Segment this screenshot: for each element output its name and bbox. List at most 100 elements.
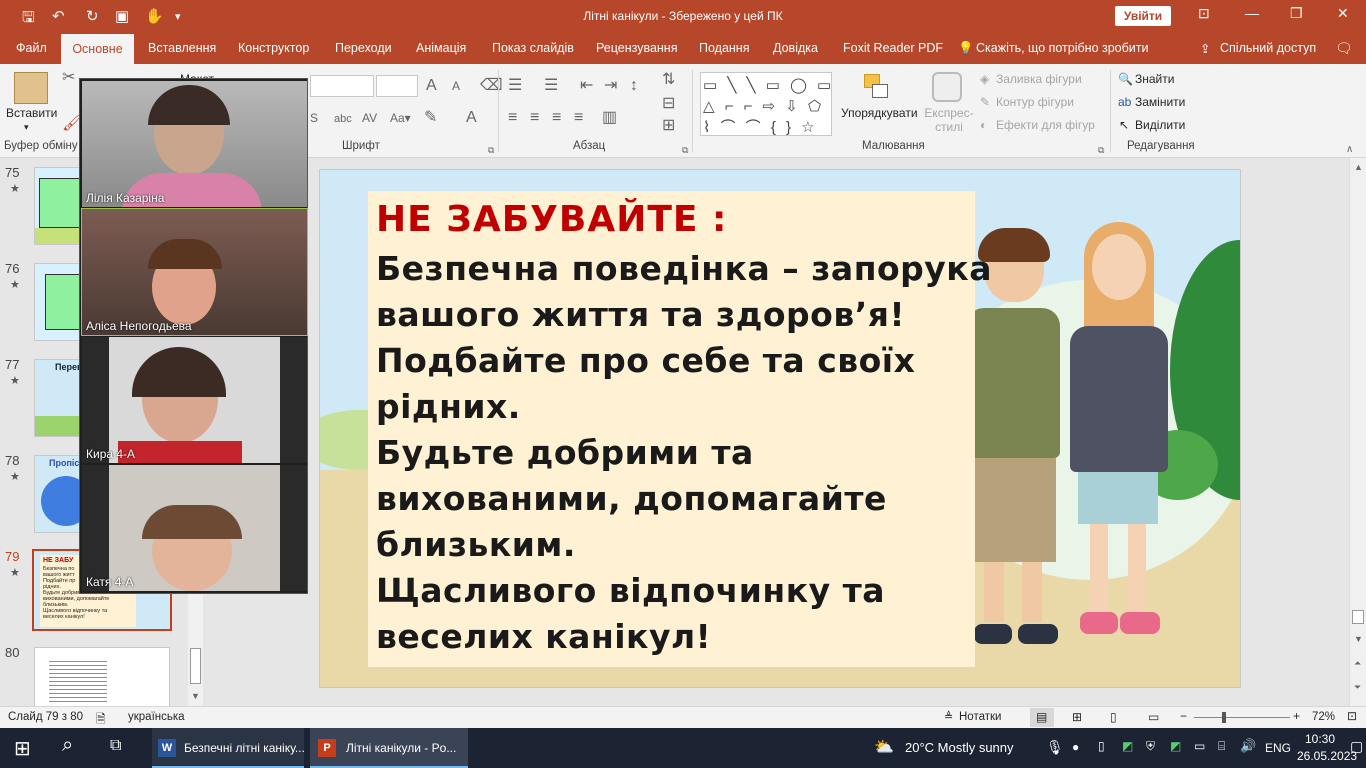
text-direction-icon[interactable]: ⇅: [662, 72, 675, 88]
increase-font-icon[interactable]: A: [426, 78, 437, 94]
align-text-icon[interactable]: ⊟: [662, 96, 675, 112]
scroll-down-icon[interactable]: ▼: [1354, 634, 1363, 644]
prev-slide-icon[interactable]: ⏶: [1354, 658, 1361, 669]
reading-view-icon[interactable]: ▯: [1110, 710, 1117, 724]
defender-icon[interactable]: ⛨: [1146, 739, 1155, 754]
paste-button[interactable]: Вставити: [6, 106, 57, 120]
tray-app-icon[interactable]: ◩: [1122, 739, 1133, 753]
participant-video[interactable]: Кира 4-А: [82, 337, 307, 463]
zoom-slider[interactable]: [1194, 717, 1290, 718]
task-view-icon[interactable]: ⧉: [110, 737, 121, 755]
slideshow-view-icon[interactable]: ▭: [1148, 710, 1159, 724]
decrease-font-icon[interactable]: A: [452, 78, 460, 94]
font-name-dropdown[interactable]: [310, 75, 374, 97]
taskbar-app-powerpoint[interactable]: P Літні канікули - Po...: [310, 728, 468, 768]
paste-icon[interactable]: [14, 72, 48, 104]
clock-time[interactable]: 10:30: [1305, 732, 1335, 746]
columns-icon[interactable]: ▥: [602, 110, 617, 126]
decrease-indent-icon[interactable]: ⇤: [580, 78, 593, 94]
slide-text-box[interactable]: НЕ ЗАБУВАЙТЕ : Безпечна поведінка – запо…: [368, 191, 991, 667]
display-icon[interactable]: ▭: [1194, 739, 1205, 753]
volume-icon[interactable]: 🔊: [1240, 738, 1256, 754]
slide-thumbnail-80[interactable]: [34, 647, 170, 707]
search-icon[interactable]: ⌕: [62, 734, 73, 757]
microphone-icon[interactable]: 🎙: [1046, 739, 1064, 756]
numbering-icon[interactable]: ☰: [544, 78, 558, 94]
scroll-down-icon[interactable]: ▼: [191, 691, 200, 701]
font-size-dropdown[interactable]: [376, 75, 418, 97]
quick-styles-icon[interactable]: [932, 72, 962, 102]
font-dialog-icon[interactable]: ⧉: [488, 142, 494, 158]
participant-video[interactable]: Аліса Непогодьева: [81, 208, 308, 336]
tab-insert[interactable]: Вставлення: [148, 41, 216, 55]
quick-styles-button[interactable]: Експрес-стилі: [922, 106, 976, 134]
share-button[interactable]: Спільний доступ: [1220, 41, 1316, 55]
phone-icon[interactable]: ▯: [1098, 739, 1105, 753]
char-spacing-icon[interactable]: AV: [362, 110, 377, 126]
strikethrough-icon[interactable]: abc: [334, 111, 352, 127]
tab-review[interactable]: Рецензування: [596, 41, 677, 55]
tab-view[interactable]: Подання: [699, 41, 749, 55]
ribbon-display-icon[interactable]: ⊡: [1198, 5, 1210, 22]
arrange-icon[interactable]: [862, 72, 892, 102]
taskbar-app-word[interactable]: W Безпечні літні каніку...: [152, 728, 305, 768]
drawing-dialog-icon[interactable]: ⧉: [1098, 142, 1104, 158]
app-tray-icon[interactable]: ●: [1072, 740, 1079, 754]
tab-help[interactable]: Довідка: [773, 41, 818, 55]
tab-design[interactable]: Конструктор: [238, 41, 309, 55]
tray-app-icon[interactable]: ◩: [1170, 739, 1181, 753]
signin-button[interactable]: Увійти: [1115, 6, 1171, 26]
participant-video[interactable]: Катя 4-А: [82, 465, 307, 591]
cut-icon[interactable]: ✂: [62, 70, 75, 86]
tab-home[interactable]: Основне: [61, 34, 134, 64]
bullets-icon[interactable]: ☰: [508, 78, 522, 94]
windows-start-icon[interactable]: ⊞: [14, 736, 31, 761]
zoom-slider-thumb[interactable]: [1222, 712, 1226, 723]
minimize-button[interactable]: —: [1245, 5, 1259, 21]
increase-indent-icon[interactable]: ⇥: [604, 78, 617, 94]
smartart-icon[interactable]: ⊞: [662, 118, 675, 134]
arrange-button[interactable]: Упорядкувати: [841, 106, 918, 120]
weather-widget[interactable]: 20°C Mostly sunny: [905, 740, 1014, 755]
keyboard-language[interactable]: ENG: [1265, 741, 1291, 755]
scrollbar-thumb[interactable]: [190, 648, 201, 684]
scroll-up-icon[interactable]: ▲: [1354, 162, 1363, 172]
zoom-level[interactable]: 72%: [1312, 711, 1335, 723]
align-left-icon[interactable]: ≡: [508, 110, 517, 126]
font-color-icon[interactable]: A: [466, 110, 477, 126]
collapse-ribbon-icon[interactable]: ∧: [1346, 142, 1353, 158]
tab-slideshow[interactable]: Показ слайдів: [492, 41, 574, 55]
tab-foxit[interactable]: Foxit Reader PDF: [843, 41, 943, 55]
shadow-icon[interactable]: S: [310, 110, 318, 126]
notifications-icon[interactable]: ▢: [1350, 738, 1363, 755]
align-right-icon[interactable]: ≡: [552, 110, 561, 126]
zoom-out-icon[interactable]: −: [1180, 709, 1187, 723]
shapes-gallery[interactable]: ▭ ╲ ╲ ▭ ◯ ▭ △ ⌐ ⌐ ⇨ ⇩ ⬠ ⌇ ⌒ ⌒ { } ☆: [700, 72, 832, 136]
next-slide-icon[interactable]: ⏷: [1354, 682, 1361, 693]
shape-fill-button[interactable]: Заливка фігури: [996, 72, 1082, 86]
change-case-icon[interactable]: Aa▾: [390, 110, 411, 126]
paragraph-dialog-icon[interactable]: ⧉: [682, 142, 688, 158]
find-button[interactable]: Знайти: [1135, 72, 1174, 86]
clear-formatting-icon[interactable]: ⌫: [480, 78, 503, 94]
select-button[interactable]: Виділити: [1135, 118, 1185, 132]
network-icon[interactable]: ⌸: [1218, 739, 1225, 754]
paste-dropdown-icon[interactable]: ▾: [24, 122, 29, 133]
current-slide[interactable]: НЕ ЗАБУВАЙТЕ : Безпечна поведінка – запо…: [319, 169, 1241, 688]
fit-to-window-icon[interactable]: ⊡: [1347, 709, 1357, 723]
notes-button[interactable]: Нотатки: [959, 711, 1001, 723]
tell-me-search[interactable]: Скажіть, що потрібно зробити: [976, 41, 1149, 55]
language-indicator[interactable]: українська: [128, 711, 185, 723]
shape-outline-button[interactable]: Контур фігури: [996, 95, 1074, 109]
align-center-icon[interactable]: ≡: [530, 110, 539, 126]
participant-video[interactable]: Лілія Казаріна: [82, 81, 307, 207]
highlight-icon[interactable]: ✎: [424, 110, 437, 126]
slide-scrollbar[interactable]: ▲ ▼ ⏶ ⏷: [1349, 158, 1366, 706]
shape-effects-button[interactable]: Ефекти для фігур: [996, 118, 1095, 132]
justify-icon[interactable]: ≡: [574, 110, 583, 126]
scrollbar-thumb[interactable]: [1352, 610, 1364, 624]
tab-animations[interactable]: Анімація: [416, 41, 466, 55]
close-button[interactable]: ✕: [1337, 5, 1349, 22]
restore-button[interactable]: ❐: [1290, 5, 1303, 22]
zoom-in-icon[interactable]: +: [1293, 709, 1300, 723]
